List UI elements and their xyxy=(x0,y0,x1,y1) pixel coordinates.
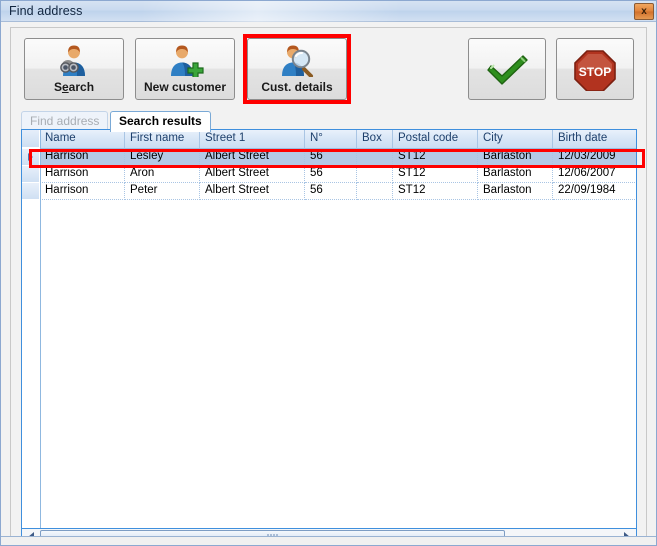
cell-street1: Albert Street xyxy=(200,166,305,183)
cell-name: Harrison xyxy=(40,149,125,166)
close-button[interactable]: x xyxy=(634,3,654,20)
cell-birth-date: 12/06/2007 xyxy=(553,166,637,183)
new-customer-button[interactable]: New customer xyxy=(135,38,235,100)
column-header-first-name[interactable]: First name xyxy=(125,130,200,148)
column-header-street1[interactable]: Street 1 xyxy=(200,130,305,148)
cell-box xyxy=(357,183,393,200)
cell-number: 56 xyxy=(305,166,357,183)
title-bar[interactable]: Find address x xyxy=(1,1,657,22)
column-header-name[interactable]: Name xyxy=(40,130,125,148)
confirm-button[interactable] xyxy=(468,38,546,100)
gutter-cell-row-2[interactable] xyxy=(22,183,39,200)
tab-strip: Find address Search results xyxy=(21,111,637,130)
search-results-grid[interactable]: Name First name Street 1 N° Box Postal c… xyxy=(21,129,637,529)
cell-city: Barlaston xyxy=(478,149,553,166)
stop-sign-icon: STOP xyxy=(557,49,633,91)
inner-panel: Search New customer xyxy=(10,27,647,539)
cell-first-name: Aron xyxy=(125,166,200,183)
new-customer-button-label: New customer xyxy=(136,80,234,94)
gutter-header-cell xyxy=(22,130,39,148)
grid-header-row: Name First name Street 1 N° Box Postal c… xyxy=(40,130,637,149)
gutter-cell-row-1[interactable] xyxy=(22,166,39,183)
tab-find-address[interactable]: Find address xyxy=(21,111,108,130)
cell-name: Harrison xyxy=(40,183,125,200)
column-header-number[interactable]: N° xyxy=(305,130,357,148)
cell-number: 56 xyxy=(305,183,357,200)
cell-number: 56 xyxy=(305,149,357,166)
person-magnifier-icon xyxy=(248,44,346,78)
gutter-cell-row-0[interactable] xyxy=(22,149,39,166)
cell-city: Barlaston xyxy=(478,183,553,200)
close-x-icon: x xyxy=(641,7,647,17)
cell-postal-code: ST12 xyxy=(393,166,478,183)
window-title: Find address xyxy=(9,4,82,18)
column-header-box[interactable]: Box xyxy=(357,130,393,148)
table-row[interactable]: Harrison Aron Albert Street 56 ST12 Barl… xyxy=(40,166,637,183)
column-header-city[interactable]: City xyxy=(478,130,553,148)
cell-city: Barlaston xyxy=(478,166,553,183)
cell-birth-date: 12/03/2009 xyxy=(553,149,637,166)
cell-postal-code: ST12 xyxy=(393,149,478,166)
svg-text:STOP: STOP xyxy=(579,65,611,79)
search-button[interactable]: Search xyxy=(24,38,124,100)
cancel-button[interactable]: STOP xyxy=(556,38,634,100)
search-button-label: Search xyxy=(25,80,123,94)
cell-name: Harrison xyxy=(40,166,125,183)
green-check-icon xyxy=(469,51,545,89)
grid-inner: Name First name Street 1 N° Box Postal c… xyxy=(22,130,637,528)
cust-details-button[interactable]: Cust. details xyxy=(247,38,347,100)
person-plus-icon xyxy=(136,44,234,78)
tab-search-results[interactable]: Search results xyxy=(110,111,211,132)
table-row[interactable]: Harrison Peter Albert Street 56 ST12 Bar… xyxy=(40,183,637,200)
dialog-footer-strip xyxy=(1,536,657,545)
row-indicator-gutter xyxy=(22,130,41,528)
find-address-dialog: Find address x xyxy=(0,0,657,546)
cell-street1: Albert Street xyxy=(200,183,305,200)
column-header-birth-date[interactable]: Birth date xyxy=(553,130,637,148)
titlebar-sheen xyxy=(141,1,401,22)
cell-birth-date: 22/09/1984 xyxy=(553,183,637,200)
cell-postal-code: ST12 xyxy=(393,183,478,200)
cell-box xyxy=(357,149,393,166)
person-binoculars-icon xyxy=(25,44,123,78)
current-row-arrow-icon xyxy=(28,153,33,161)
cell-street1: Albert Street xyxy=(200,149,305,166)
cust-details-button-label: Cust. details xyxy=(248,80,346,94)
cell-box xyxy=(357,166,393,183)
column-header-postal-code[interactable]: Postal code xyxy=(393,130,478,148)
dialog-client-area: Search New customer xyxy=(1,22,656,545)
table-row[interactable]: Harrison Lesley Albert Street 56 ST12 Ba… xyxy=(40,149,637,166)
cell-first-name: Lesley xyxy=(125,149,200,166)
cell-first-name: Peter xyxy=(125,183,200,200)
